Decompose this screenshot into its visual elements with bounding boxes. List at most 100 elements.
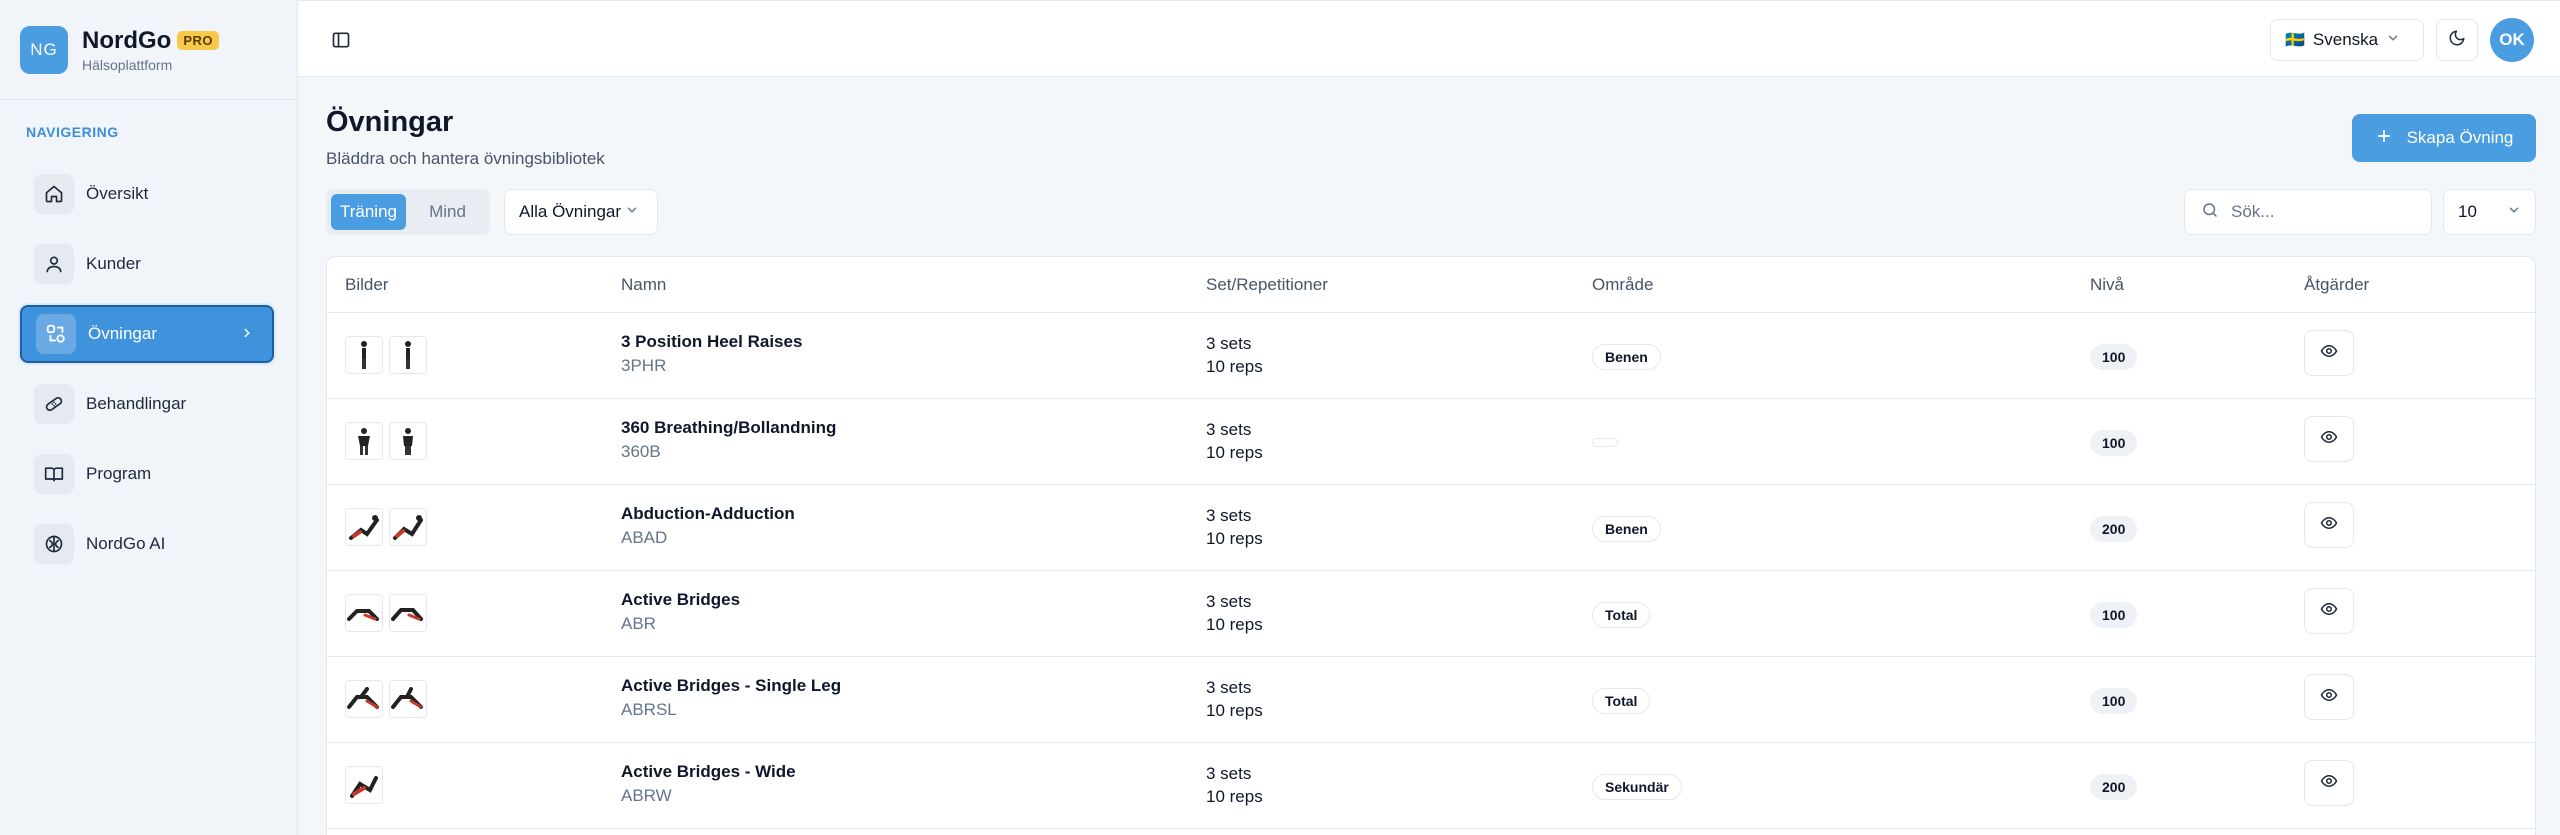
page-subtitle: Bläddra och hantera övningsbibliotek (326, 149, 605, 168)
level-badge: 200 (2090, 516, 2138, 542)
exercise-thumbnail[interactable] (345, 594, 383, 632)
exercise-sets: 3 sets (1206, 764, 1252, 783)
brand: NG NordGo PRO Hälsoplattform (0, 0, 297, 100)
column-header-area: Område (1592, 275, 1654, 294)
table-row[interactable]: Active Bridges ABR 3 sets 10 reps Total … (327, 571, 2535, 657)
eye-icon (2320, 514, 2338, 537)
sidebar-item-label: NordGo AI (86, 534, 166, 553)
area-badge (1592, 438, 1618, 447)
search-box (2184, 189, 2432, 235)
eye-icon (2320, 686, 2338, 709)
exercise-images (345, 680, 427, 718)
nav-heading: NAVIGERING (26, 124, 119, 140)
chevron-down-icon (2386, 30, 2400, 50)
view-button[interactable] (2304, 674, 2354, 720)
sidebar-item-label: Övningar (88, 324, 157, 343)
exercise-filter-select[interactable]: Alla Övningar (504, 189, 658, 235)
eye-icon (2320, 342, 2338, 365)
table-row[interactable]: Active Bridges - Single Leg ABRSL 3 sets… (327, 657, 2535, 743)
sidebar-item-ovningar[interactable]: Övningar (20, 305, 274, 363)
page-size-select[interactable]: 10 (2443, 189, 2536, 235)
search-input[interactable] (2231, 202, 2411, 222)
exercise-thumbnail[interactable] (389, 336, 427, 374)
create-exercise-label: Skapa Övning (2406, 128, 2514, 147)
sidebar-item-oversikt[interactable]: Översikt (20, 165, 274, 223)
avatar[interactable]: OK (2490, 18, 2534, 62)
book-icon (34, 454, 74, 494)
exercise-sets: 3 sets (1206, 420, 1252, 439)
level-badge: 100 (2090, 344, 2138, 370)
exercise-reps: 10 reps (1206, 615, 1263, 634)
brand-logo[interactable]: NG (20, 25, 68, 74)
exercise-images (345, 766, 383, 804)
exercise-thumbnail[interactable] (389, 422, 427, 460)
brand-subtitle: Hälsoplattform (82, 56, 173, 73)
tab-mind[interactable]: Mind (410, 194, 485, 230)
eye-icon (2320, 600, 2338, 623)
exercise-thumbnail[interactable] (345, 766, 383, 804)
sidebar-toggle-icon[interactable] (328, 27, 354, 53)
sidebar-item-label: Översikt (86, 184, 149, 203)
top-bar: 🇸🇪 Svenska OK (298, 0, 2560, 77)
exercise-icon (36, 314, 76, 354)
exercise-table: Bilder Namn Set/Repetitioner Område Nivå… (326, 256, 2536, 835)
view-button[interactable] (2304, 760, 2354, 806)
search-icon (2201, 201, 2219, 224)
page-title: Övningar (326, 106, 454, 138)
sidebar-item-label: Program (86, 464, 152, 483)
sidebar-item-label: Behandlingar (86, 394, 187, 413)
sidebar-item-behandlingar[interactable]: Behandlingar (20, 375, 274, 433)
exercise-sets: 3 sets (1206, 506, 1252, 525)
exercise-code: ABR (621, 614, 656, 633)
view-button[interactable] (2304, 330, 2354, 376)
brain-icon (34, 524, 74, 564)
table-row[interactable]: Abduction-Adduction ABAD 3 sets 10 reps … (327, 485, 2535, 571)
exercise-thumbnail[interactable] (389, 680, 427, 718)
chevron-down-icon (625, 202, 639, 222)
column-header-name: Namn (621, 275, 667, 294)
column-header-level: Nivå (2090, 275, 2125, 294)
sidebar-item-nordgo-ai[interactable]: NordGo AI (20, 515, 274, 573)
language-select[interactable]: 🇸🇪 Svenska (2270, 19, 2424, 61)
exercise-name: Active Bridges - Single Leg (621, 676, 842, 695)
view-button[interactable] (2304, 416, 2354, 462)
exercise-thumbnail[interactable] (345, 422, 383, 460)
filter-label: Alla Övningar (519, 202, 622, 221)
level-badge: 200 (2090, 774, 2138, 800)
exercise-thumbnail[interactable] (389, 594, 427, 632)
category-tabs: Träning Mind (326, 189, 490, 235)
table-row[interactable]: 3 Position Heel Raises 3PHR 3 sets 10 re… (327, 313, 2535, 399)
view-button[interactable] (2304, 588, 2354, 634)
area-badge: Total (1592, 602, 1651, 628)
sidebar-item-program[interactable]: Program (20, 445, 274, 503)
exercise-thumbnail[interactable] (345, 508, 383, 546)
plus-icon (2375, 127, 2393, 150)
table-row[interactable]: 360 Breathing/Bollandning 360B 3 sets 10… (327, 399, 2535, 485)
exercise-name: Abduction-Adduction (621, 504, 795, 523)
exercise-thumbnail[interactable] (345, 680, 383, 718)
exercise-reps: 10 reps (1206, 443, 1263, 462)
exercise-name: Active Bridges (621, 590, 741, 609)
flag-icon: 🇸🇪 (2285, 32, 2305, 49)
exercise-name: 360 Breathing/Bollandning (621, 418, 837, 437)
table-header: Bilder Namn Set/Repetitioner Område Nivå… (327, 257, 2535, 313)
exercise-reps: 10 reps (1206, 357, 1263, 376)
exercise-images (345, 336, 427, 374)
theme-toggle-button[interactable] (2436, 19, 2478, 61)
area-badge: Sekundär (1592, 774, 1682, 800)
create-exercise-button[interactable]: Skapa Övning (2352, 114, 2536, 162)
exercise-thumbnail[interactable] (345, 336, 383, 374)
moon-icon (2448, 29, 2466, 52)
exercise-thumbnail[interactable] (389, 508, 427, 546)
view-button[interactable] (2304, 502, 2354, 548)
exercise-reps: 10 reps (1206, 787, 1263, 806)
sidebar: NG NordGo PRO Hälsoplattform NAVIGERING … (0, 0, 298, 835)
table-row[interactable]: Active Bridges - Wide ABRW 3 sets 10 rep… (327, 743, 2535, 829)
eye-icon (2320, 428, 2338, 451)
tab-traning[interactable]: Träning (331, 194, 406, 230)
level-badge: 100 (2090, 688, 2138, 714)
level-badge: 100 (2090, 602, 2138, 628)
sidebar-item-kunder[interactable]: Kunder (20, 235, 274, 293)
column-header-sets: Set/Repetitioner (1206, 275, 1328, 294)
user-icon (34, 244, 74, 284)
